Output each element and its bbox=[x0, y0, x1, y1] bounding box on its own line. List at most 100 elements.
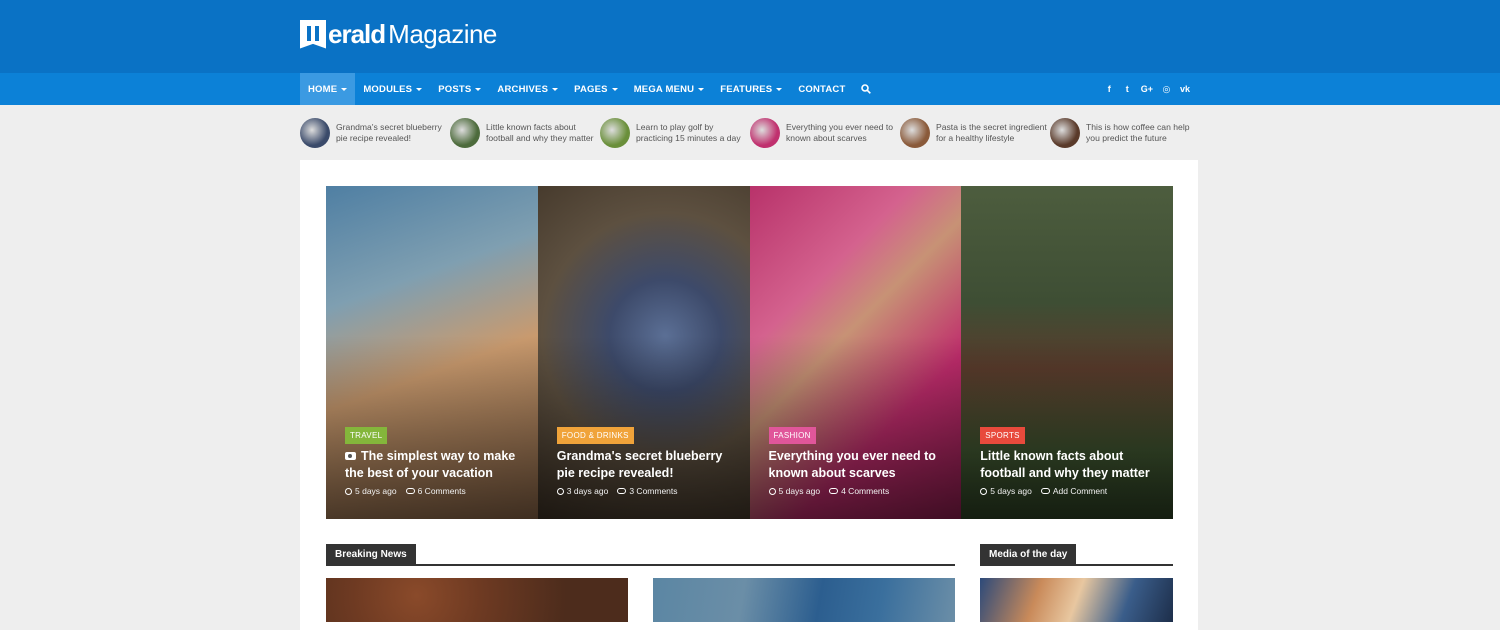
featured-slider: TRAVEL The simplest way to make the best … bbox=[326, 186, 1173, 519]
ticker-thumbnail bbox=[750, 118, 780, 148]
instagram-icon[interactable]: ◎ bbox=[1162, 84, 1171, 95]
slide-comments[interactable]: Add Comment bbox=[1040, 486, 1108, 496]
logo-text-strong: erald bbox=[328, 18, 386, 49]
nav-item-label: ARCHIVES bbox=[497, 83, 549, 95]
slide-category-badge[interactable]: FASHION bbox=[768, 427, 816, 444]
slide-title-text: The simplest way to make the best of you… bbox=[345, 449, 516, 480]
ticker-item[interactable]: Learn to play golf by practicing 15 minu… bbox=[600, 117, 750, 149]
ticker-item[interactable]: This is how coffee can help you predict … bbox=[1050, 117, 1200, 149]
slide-date: 5 days ago bbox=[345, 486, 397, 496]
nav-item-contact[interactable]: CONTACT bbox=[790, 73, 853, 105]
ticker-title: Pasta is the secret ingredient for a hea… bbox=[936, 122, 1047, 143]
ticker-item[interactable]: Everything you ever need to known about … bbox=[750, 117, 900, 149]
media-of-day-header: Media of the day bbox=[980, 544, 1173, 566]
slide-comments-text: 6 Comments bbox=[417, 486, 466, 496]
comment-icon bbox=[617, 488, 627, 494]
twitter-icon[interactable]: t bbox=[1123, 84, 1132, 94]
breaking-news-header: Breaking News bbox=[326, 544, 955, 566]
slide-title-text: Everything you ever need to known about … bbox=[768, 449, 936, 480]
nav-item-label: HOME bbox=[308, 83, 338, 95]
slide-meta: 3 days ago 3 Comments bbox=[556, 486, 678, 496]
slide-category-badge[interactable]: FOOD & DRINKS bbox=[556, 427, 634, 444]
nav-item-label: FEATURES bbox=[720, 83, 773, 95]
slide-date-text: 5 days ago bbox=[355, 486, 397, 496]
nav-item-features[interactable]: FEATURES bbox=[712, 73, 790, 105]
slide-category-badge[interactable]: SPORTS bbox=[980, 427, 1025, 444]
logo-mark-icon bbox=[300, 19, 326, 49]
ticker-title: Little known facts about football and wh… bbox=[486, 122, 594, 143]
slide-comments[interactable]: 4 Comments bbox=[829, 486, 889, 496]
ticker-item[interactable]: Grandma's secret blueberry pie recipe re… bbox=[300, 117, 450, 149]
caret-down-icon bbox=[698, 87, 705, 91]
slide-date-text: 5 days ago bbox=[778, 486, 821, 496]
ticker-title: Everything you ever need to known about … bbox=[786, 122, 894, 143]
caret-down-icon bbox=[611, 87, 618, 91]
caret-down-icon bbox=[416, 87, 423, 91]
slide-title[interactable]: Grandma's secret blueberry pie recipe re… bbox=[557, 448, 737, 482]
nav-item-mega-menu[interactable]: MEGA MENU bbox=[626, 73, 713, 105]
nav-item-label: MEGA MENU bbox=[633, 83, 695, 95]
nav-item-label: PAGES bbox=[574, 83, 608, 95]
nav-item-label: MODULES bbox=[363, 83, 413, 95]
vk-icon[interactable]: vk bbox=[1180, 84, 1190, 94]
clock-icon bbox=[768, 487, 776, 495]
media-of-day-title: Media of the day bbox=[980, 544, 1077, 564]
slide-comments-text: 3 Comments bbox=[629, 486, 678, 496]
clock-icon bbox=[556, 487, 564, 495]
slide-date-text: 3 days ago bbox=[566, 486, 609, 496]
slide-category-badge[interactable]: TRAVEL bbox=[345, 427, 388, 444]
ticker-title: Grandma's secret blueberry pie recipe re… bbox=[336, 122, 442, 143]
featured-slide[interactable]: TRAVEL The simplest way to make the best … bbox=[326, 186, 538, 519]
featured-slide[interactable]: FASHION Everything you ever need to known… bbox=[749, 186, 962, 519]
breaking-news-card-image[interactable] bbox=[326, 578, 628, 622]
slide-title[interactable]: Little known facts about football and wh… bbox=[980, 448, 1160, 482]
featured-slide[interactable]: SPORTS Little known facts about football … bbox=[961, 186, 1173, 519]
breaking-news-title: Breaking News bbox=[326, 544, 416, 564]
facebook-icon[interactable]: f bbox=[1105, 84, 1114, 94]
caret-down-icon bbox=[776, 87, 783, 91]
ticker-item[interactable]: Pasta is the secret ingredient for a hea… bbox=[900, 117, 1050, 149]
ticker-item[interactable]: Little known facts about football and wh… bbox=[450, 117, 600, 149]
slide-comments-text: Add Comment bbox=[1052, 486, 1108, 496]
slide-meta: 5 days ago 6 Comments bbox=[345, 486, 466, 496]
slide-meta: 5 days ago 4 Comments bbox=[768, 486, 889, 496]
ticker-thumbnail bbox=[300, 118, 330, 148]
comment-icon bbox=[1040, 488, 1050, 494]
ticker-thumbnail bbox=[450, 118, 480, 148]
slide-date: 5 days ago bbox=[980, 486, 1032, 496]
nav-item-label: CONTACT bbox=[798, 83, 846, 95]
nav-item-modules[interactable]: MODULES bbox=[355, 73, 430, 105]
ticker-thumbnail bbox=[600, 118, 630, 148]
clock-icon bbox=[980, 487, 988, 495]
caret-down-icon bbox=[552, 87, 559, 91]
nav-item-label: POSTS bbox=[438, 83, 472, 95]
breaking-news-card-image-2[interactable] bbox=[653, 578, 955, 622]
media-card-image[interactable] bbox=[980, 578, 1173, 622]
featured-slide[interactable]: FOOD & DRINKS Grandma's secret blueberry … bbox=[537, 186, 750, 519]
social-links: f t G+ ◎ vk bbox=[1105, 73, 1190, 105]
slide-date: 5 days ago bbox=[768, 486, 821, 496]
ticker-thumbnail bbox=[900, 118, 930, 148]
slide-comments[interactable]: 3 Comments bbox=[617, 486, 678, 496]
slide-comments[interactable]: 6 Comments bbox=[405, 486, 466, 496]
slide-title[interactable]: The simplest way to make the best of you… bbox=[345, 448, 525, 482]
caret-down-icon bbox=[475, 87, 482, 91]
slide-date-text: 5 days ago bbox=[990, 486, 1032, 496]
clock-icon bbox=[345, 487, 352, 495]
nav-item-archives[interactable]: ARCHIVES bbox=[489, 73, 566, 105]
nav-item-home[interactable]: HOME bbox=[300, 73, 356, 105]
comment-icon bbox=[829, 488, 839, 494]
slide-title[interactable]: Everything you ever need to known about … bbox=[769, 448, 949, 482]
slide-comments-text: 4 Comments bbox=[841, 486, 890, 496]
ticker-thumbnail bbox=[1050, 118, 1080, 148]
slide-date: 3 days ago bbox=[556, 486, 609, 496]
ticker-title: Learn to play golf by practicing 15 minu… bbox=[636, 122, 741, 143]
nav-item-pages[interactable]: PAGES bbox=[566, 73, 626, 105]
comment-icon bbox=[405, 488, 415, 494]
google-plus-icon[interactable]: G+ bbox=[1141, 84, 1153, 94]
nav-item-posts[interactable]: POSTS bbox=[430, 73, 489, 105]
search-icon bbox=[861, 84, 872, 94]
search-button[interactable] bbox=[853, 73, 879, 105]
site-logo[interactable]: erald Magazine bbox=[300, 19, 497, 49]
slide-title-text: Grandma's secret blueberry pie recipe re… bbox=[556, 449, 723, 480]
